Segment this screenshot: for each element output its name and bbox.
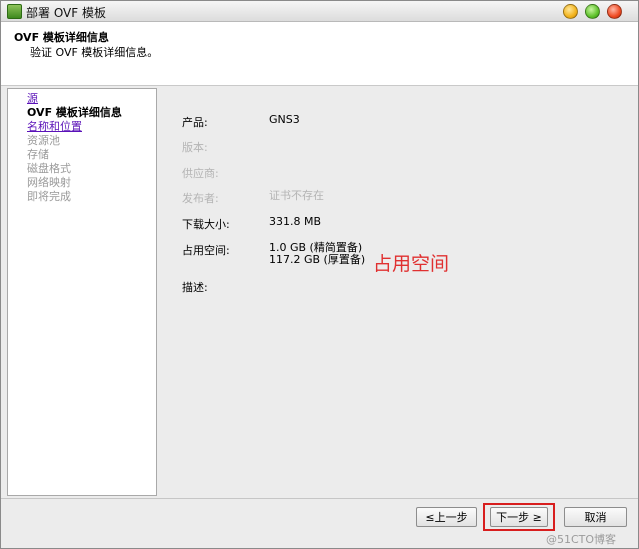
product-value: GNS3 xyxy=(269,113,300,126)
nav-step-source[interactable]: 源 xyxy=(27,92,38,105)
deploy-ovf-window: 部署 OVF 模板 OVF 模板详细信息 验证 OVF 模板详细信息。 源 OV… xyxy=(0,0,639,549)
vsphere-app-icon xyxy=(7,4,22,19)
publisher-value: 证书不存在 xyxy=(269,189,324,202)
back-button[interactable]: ≤上一步 xyxy=(416,507,477,527)
nav-step-ovf-details: OVF 模板详细信息 xyxy=(27,106,122,119)
disk-space-thick-value: 117.2 GB (厚置备) xyxy=(269,253,366,266)
title-bar: 部署 OVF 模板 xyxy=(1,1,638,22)
page-subtitle: 验证 OVF 模板详细信息。 xyxy=(30,46,159,59)
vendor-label: 供应商: xyxy=(182,167,219,180)
product-label: 产品: xyxy=(182,116,208,129)
download-size-value: 331.8 MB xyxy=(269,215,322,228)
download-size-label: 下载大小: xyxy=(182,218,230,231)
page-title: OVF 模板详细信息 xyxy=(14,31,109,44)
maximize-icon[interactable] xyxy=(585,4,600,19)
minimize-icon[interactable] xyxy=(563,4,578,19)
window-title: 部署 OVF 模板 xyxy=(26,6,106,20)
disk-space-annotation: 占用空间 xyxy=(373,253,450,275)
details-panel: 产品: GNS3 版本: 供应商: 发布者: 证书不存在 下载大小: 331.8… xyxy=(158,88,632,494)
description-label: 描述: xyxy=(182,281,208,294)
publisher-label: 发布者: xyxy=(182,192,219,205)
nav-step-storage: 存储 xyxy=(27,148,49,161)
close-icon[interactable] xyxy=(607,4,622,19)
nav-step-name-location[interactable]: 名称和位置 xyxy=(27,120,82,133)
wizard-header: OVF 模板详细信息 验证 OVF 模板详细信息。 xyxy=(1,22,638,86)
nav-step-network-mapping: 网络映射 xyxy=(27,176,71,189)
disk-space-label: 占用空间: xyxy=(182,244,230,257)
version-label: 版本: xyxy=(182,141,208,154)
footer-divider xyxy=(1,498,638,499)
nav-step-resource-pool: 资源池 xyxy=(27,134,60,147)
watermark: @51CTO博客 xyxy=(546,533,617,546)
nav-step-ready-to-complete: 即将完成 xyxy=(27,190,71,203)
next-button-highlight xyxy=(483,503,555,531)
cancel-button[interactable]: 取消 xyxy=(564,507,627,527)
nav-step-disk-format: 磁盘格式 xyxy=(27,162,71,175)
wizard-steps-nav: 源 OVF 模板详细信息 名称和位置 资源池 存储 磁盘格式 网络映射 即将完成 xyxy=(7,88,157,496)
